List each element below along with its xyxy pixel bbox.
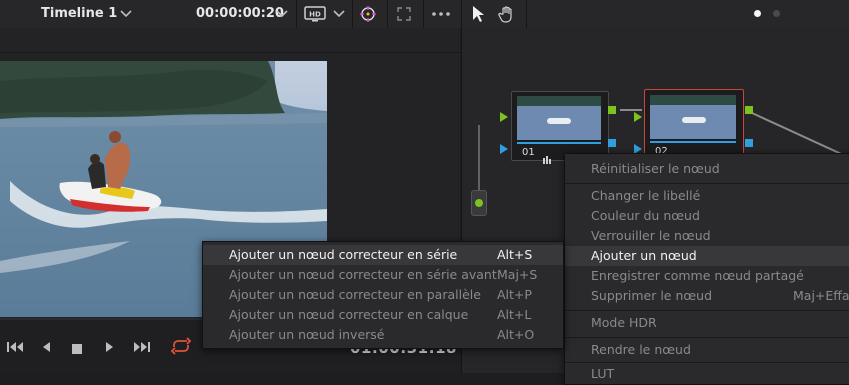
toolbar-divider — [526, 0, 527, 28]
node-01[interactable]: 01 — [511, 91, 609, 164]
submenu-item-add-serial-before[interactable]: Ajouter un nœud correcteur en série avan… — [203, 265, 563, 285]
loop-icon[interactable] — [170, 337, 192, 359]
source-input-node[interactable] — [471, 190, 487, 216]
node-output-port[interactable] — [745, 106, 753, 114]
menu-item-label: Réinitialiser le nœud — [591, 161, 720, 176]
menu-item-label: Ajouter un nœud correcteur en série — [229, 247, 458, 262]
menu-item-lock-node[interactable]: Verrouiller le nœud — [565, 226, 849, 246]
menu-item-save-shared-node[interactable]: Enregistrer comme nœud partagé — [565, 266, 849, 286]
toolbar-divider — [461, 0, 462, 28]
menu-item-label: Ajouter un nœud correcteur en série avan… — [229, 267, 497, 282]
menu-item-label: Supprimer le nœud — [591, 288, 713, 303]
node-output-port[interactable] — [745, 139, 753, 147]
skip-forward-icon[interactable] — [133, 339, 151, 358]
menu-item-label: Ajouter un nœud inversé — [229, 327, 385, 342]
toolbar-divider — [423, 0, 424, 28]
page-dot[interactable] — [773, 10, 780, 17]
menu-item-label: Changer le libellé — [591, 188, 701, 203]
menu-item-shortcut: Maj+Effac — [793, 288, 849, 303]
skip-back-icon[interactable] — [6, 339, 24, 358]
viewer-header — [0, 28, 460, 53]
chevron-down-icon[interactable] — [272, 4, 292, 24]
node-number: 01 — [522, 147, 535, 158]
menu-item-render-node[interactable]: Rendre le nœud — [565, 340, 849, 360]
menu-item-label: Mode HDR — [591, 315, 657, 330]
menu-divider — [565, 310, 849, 311]
node-context-menu: Réinitialiser le nœud Changer le libellé… — [564, 153, 849, 385]
menu-divider — [565, 362, 849, 363]
submenu-item-add-outside[interactable]: Ajouter un nœud inversé Alt+O — [203, 325, 563, 345]
menu-item-hdr-mode[interactable]: Mode HDR — [565, 313, 849, 333]
menu-item-label: Ajouter un nœud correcteur en calque — [229, 307, 469, 322]
node-02[interactable]: 02 — [644, 89, 744, 159]
node-thumbnail — [650, 95, 736, 139]
toolbar-divider — [296, 0, 297, 28]
menu-item-shortcut: Alt+O — [497, 327, 535, 342]
node-input-arrow-icon — [500, 139, 509, 158]
menu-item-shortcut: Maj+S — [497, 267, 538, 282]
fullscreen-icon[interactable] — [394, 4, 414, 24]
submenu-item-add-layer[interactable]: Ajouter un nœud correcteur en calque Alt+… — [203, 305, 563, 325]
page-dot-active[interactable] — [754, 10, 761, 17]
menu-item-label: LUT — [591, 366, 615, 381]
menu-item-label: Ajouter un nœud — [591, 248, 697, 263]
menu-item-shortcut: Alt+S — [497, 247, 533, 262]
viewer-toolbar: Timeline 1 00:00:00:20 HD — [0, 0, 849, 29]
menu-item-lut[interactable]: LUT — [565, 364, 849, 384]
menu-item-label: Couleur du nœud — [591, 208, 700, 223]
pointer-icon[interactable] — [468, 4, 488, 24]
hd-monitor-icon[interactable]: HD — [302, 4, 328, 24]
submenu-item-add-serial[interactable]: Ajouter un nœud correcteur en série Alt+S — [203, 245, 563, 265]
timecode-display: 00:00:00:20 — [196, 6, 284, 21]
menu-item-delete-node[interactable]: Supprimer le nœud Maj+Effac — [565, 286, 849, 306]
timeline-name[interactable]: Timeline 1 — [41, 6, 117, 21]
add-node-submenu: Ajouter un nœud correcteur en série Alt+S… — [202, 241, 564, 349]
input-dot — [475, 199, 483, 207]
node-output-port[interactable] — [608, 139, 616, 147]
menu-item-label: Verrouiller le nœud — [591, 228, 711, 243]
menu-item-shortcut: Alt+P — [497, 287, 532, 302]
svg-text:HD: HD — [309, 11, 321, 19]
node-thumbnail — [517, 96, 601, 140]
menu-item-add-node[interactable]: Ajouter un nœud — [565, 246, 849, 266]
menu-item-node-color[interactable]: Couleur du nœud — [565, 206, 849, 226]
menu-item-shortcut: Alt+L — [497, 307, 532, 322]
menu-divider — [565, 337, 849, 338]
menu-item-label: Enregistrer comme nœud partagé — [591, 268, 804, 283]
node-output-port[interactable] — [608, 106, 616, 114]
more-icon[interactable] — [429, 4, 453, 24]
menu-divider — [565, 183, 849, 184]
toolbar-divider — [387, 0, 388, 28]
menu-item-label: Ajouter un nœud correcteur en parallèle — [229, 287, 481, 302]
submenu-item-add-parallel[interactable]: Ajouter un nœud correcteur en parallèle A… — [203, 285, 563, 305]
stop-icon[interactable] — [71, 340, 83, 359]
hand-icon[interactable] — [497, 4, 517, 24]
node-input-arrow-icon — [634, 107, 643, 126]
node-input-arrow-icon — [500, 107, 509, 126]
chevron-down-icon[interactable] — [116, 4, 136, 24]
menu-item-label: Rendre le nœud — [591, 342, 691, 357]
histogram-icon — [543, 149, 552, 168]
menu-item-reset-node[interactable]: Réinitialiser le nœud — [565, 159, 849, 179]
color-picker-icon[interactable] — [358, 4, 378, 24]
toolbar-divider — [352, 0, 353, 28]
menu-item-change-label[interactable]: Changer le libellé — [565, 186, 849, 206]
play-icon[interactable] — [104, 339, 116, 358]
chevron-down-icon[interactable] — [329, 4, 349, 24]
play-reverse-icon[interactable] — [40, 339, 52, 358]
